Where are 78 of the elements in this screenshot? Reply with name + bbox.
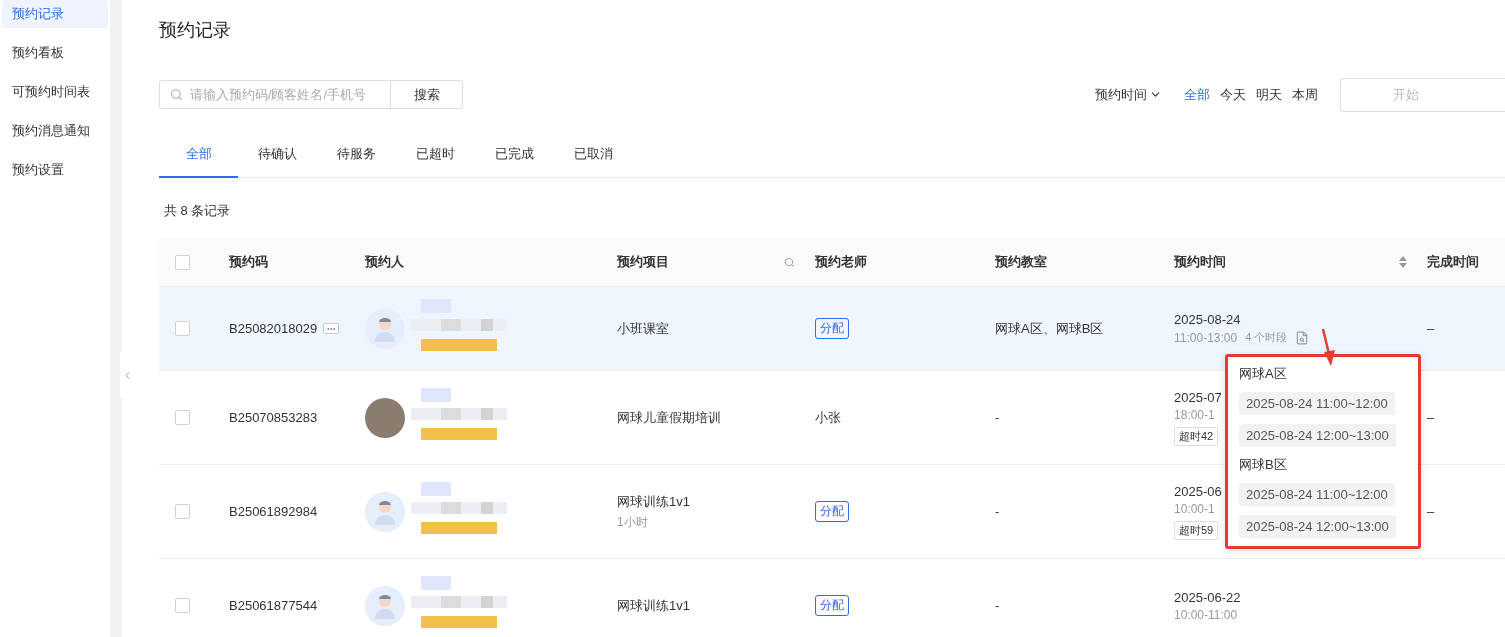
- sidebar-item[interactable]: 预约看板: [2, 39, 108, 67]
- sort-icon[interactable]: [1399, 256, 1407, 268]
- column-header: 预约教室: [994, 253, 1048, 271]
- booking-code: B25061877544: [229, 598, 318, 613]
- photo-placeholder: [365, 397, 405, 438]
- time-slot: 2025-08-24 12:00~13:00: [1239, 515, 1396, 538]
- time-filter-option[interactable]: 今天: [1220, 85, 1246, 104]
- search-icon: [170, 88, 183, 101]
- completed-time: –: [1426, 410, 1436, 425]
- popover-group-title: 网球B区: [1239, 456, 1288, 474]
- sidebar-item[interactable]: 预约记录: [2, 0, 108, 28]
- completed-time: –: [1426, 321, 1436, 336]
- status-tab[interactable]: 全部: [159, 131, 238, 178]
- sidebar-item[interactable]: 预约设置: [2, 156, 108, 184]
- select-all-checkbox[interactable]: [175, 254, 190, 270]
- project-name: 网球儿童假期培训: [617, 408, 721, 427]
- booking-code: B25082018029: [229, 321, 318, 336]
- column-header: 预约老师: [814, 253, 868, 271]
- row-checkbox[interactable]: [175, 598, 190, 613]
- status-tab[interactable]: 已超时: [396, 131, 475, 178]
- classroom: -: [994, 598, 1001, 613]
- booking-time: 18:00-1: [1174, 407, 1215, 422]
- column-header: 预约人: [364, 253, 405, 271]
- person-silhouette-icon: [374, 315, 396, 342]
- time-filter-dropdown[interactable]: 预约时间: [1095, 85, 1162, 104]
- booking-time: 11:00-13:00: [1174, 330, 1238, 345]
- time-filter-option[interactable]: 明天: [1256, 85, 1282, 104]
- column-header: 预约项目: [616, 253, 669, 271]
- time-filter-option[interactable]: 全部: [1184, 85, 1210, 104]
- assign-tag[interactable]: 分配: [815, 318, 849, 339]
- status-tab[interactable]: 待服务: [317, 131, 396, 178]
- booking-time: 10:00-1: [1174, 501, 1215, 516]
- classroom: 网球A区、网球B区: [994, 319, 1105, 338]
- search-icon[interactable]: [784, 256, 795, 268]
- document-search-icon[interactable]: [1295, 330, 1310, 345]
- sidebar-item[interactable]: 预约消息通知: [2, 117, 108, 145]
- time-slot: 2025-08-24 11:00~12:00: [1239, 483, 1395, 506]
- booking-time: 10:00-11:00: [1174, 607, 1238, 622]
- status-tab[interactable]: 待确认: [238, 131, 317, 178]
- person-silhouette-icon: [374, 592, 396, 619]
- project-name: 网球训练1v1: [617, 596, 690, 615]
- search-field[interactable]: 请输入预约码/顾客姓名/手机号: [159, 80, 391, 109]
- time-filter-option[interactable]: 本周: [1292, 85, 1318, 104]
- row-checkbox[interactable]: [175, 410, 190, 425]
- booking-date: 2025-07: [1174, 389, 1222, 405]
- time-slot: 2025-08-24 12:00~13:00: [1239, 424, 1396, 447]
- booking-code: B25070853283: [229, 410, 318, 425]
- assign-tag[interactable]: 分配: [815, 501, 849, 522]
- booking-date: 2025-06: [1174, 483, 1222, 499]
- search-button[interactable]: 搜索: [391, 80, 463, 109]
- teacher-name: 小张: [815, 408, 841, 427]
- classroom: -: [994, 504, 1001, 519]
- project-duration: 1小时: [617, 513, 648, 531]
- booking-code: B25061892984: [229, 504, 318, 519]
- booking-date: 2025-06-22: [1174, 589, 1241, 605]
- assign-tag[interactable]: 分配: [815, 595, 849, 616]
- person-silhouette-icon: [374, 498, 396, 525]
- row-checkbox[interactable]: [175, 321, 190, 336]
- status-tab[interactable]: 已取消: [554, 131, 633, 178]
- booking-date: 2025-08-24: [1174, 312, 1241, 327]
- overdue-tag: 超时59: [1174, 520, 1219, 540]
- slot-count: 4 个时段: [1245, 330, 1288, 345]
- start-date-field[interactable]: 开始: [1340, 77, 1505, 112]
- overdue-tag: 超时42: [1174, 426, 1219, 446]
- row-checkbox[interactable]: [175, 504, 190, 519]
- project-name: 小班课室: [617, 319, 669, 338]
- more-button[interactable]: [323, 323, 340, 334]
- page-title: 预约记录: [159, 19, 232, 42]
- column-header: 预约码: [228, 253, 269, 271]
- completed-time: –: [1426, 504, 1436, 519]
- sidebar-item[interactable]: 可预约时间表: [2, 78, 108, 106]
- status-tab[interactable]: 已完成: [475, 131, 554, 178]
- time-slot: 2025-08-24 11:00~12:00: [1239, 392, 1395, 415]
- column-header: 预约时间: [1173, 253, 1226, 271]
- classroom: -: [994, 410, 1001, 425]
- column-header: 完成时间: [1426, 253, 1480, 271]
- project-name: 网球训练1v1: [617, 492, 690, 511]
- record-count: 共 8 条记录: [164, 202, 232, 218]
